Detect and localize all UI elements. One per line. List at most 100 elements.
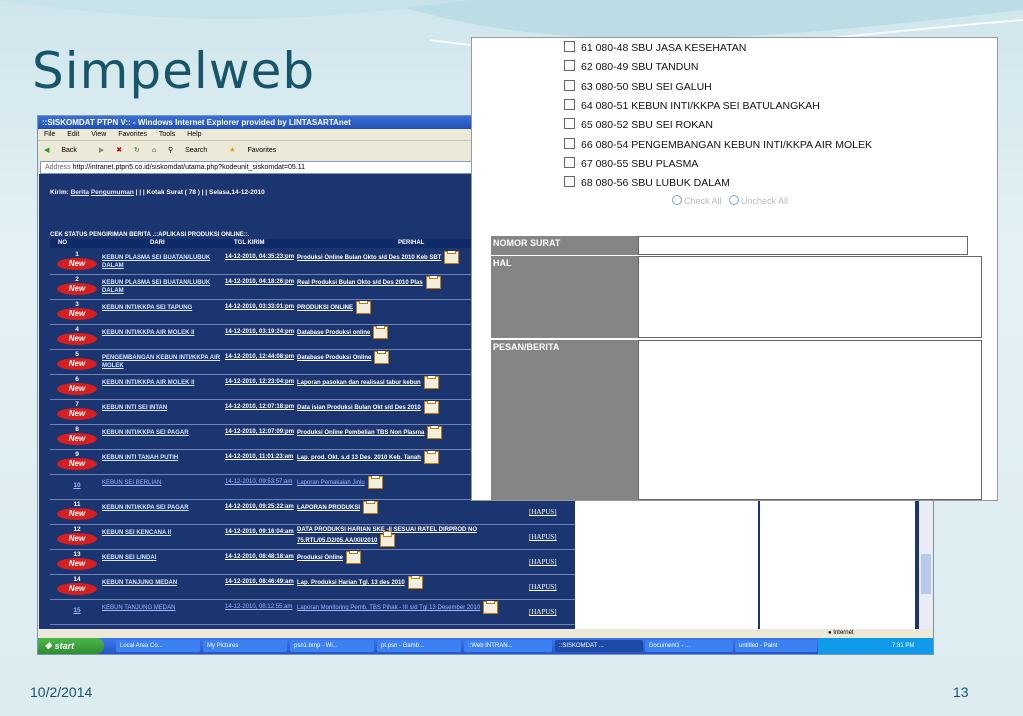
printer-icon[interactable] — [423, 401, 439, 414]
back-button[interactable]: ◀ Back — [44, 147, 87, 154]
unit-checkbox[interactable] — [564, 80, 575, 91]
check-all-radio[interactable]: Check All — [672, 195, 722, 206]
hal-textarea[interactable] — [638, 256, 982, 338]
menu-edit[interactable]: Edit — [67, 131, 79, 138]
uncheck-all-radio[interactable]: Uncheck All — [729, 195, 788, 206]
row-number[interactable]: 15 — [56, 607, 98, 614]
unit-checkbox-row[interactable]: 65 080-52 SBU SEI ROKAN — [564, 118, 713, 136]
address-input[interactable]: http://intranet.ptpn5.co.id/siskomdat/ut… — [73, 164, 305, 171]
row-sender-link[interactable]: KEBUN INTI SEI INTAN — [102, 404, 226, 412]
row-sender-link[interactable]: KEBUN PLASMA SEI BUATAN/LUBUK DALAM — [102, 279, 226, 295]
row-sender-link[interactable]: KEBUN INTI TANAH PUTIH — [102, 454, 226, 462]
row-subject-link[interactable]: LAPORAN PRODUKSI — [297, 501, 522, 523]
menu-help[interactable]: Help — [187, 131, 201, 138]
unit-checkbox-row[interactable]: 68 080-56 SBU LUBUK DALAM — [564, 176, 730, 194]
unit-checkbox-row[interactable]: 61 080-48 SBU JASA KESEHATAN — [564, 41, 746, 59]
printer-icon[interactable] — [425, 276, 441, 289]
row-sender-link[interactable]: KEBUN SEI LINDAI — [102, 554, 226, 562]
row-sender-link[interactable]: KEBUN TANJUNG MEDAN — [102, 604, 226, 612]
printer-icon[interactable] — [373, 326, 389, 339]
printer-icon[interactable] — [346, 551, 362, 564]
row-date-link[interactable]: 14-12-2010, 12:07:09:pm — [225, 428, 295, 436]
refresh-icon[interactable]: ↻ — [134, 147, 140, 154]
row-date-link[interactable]: 14-12-2010, 04:35:23:pm — [225, 253, 295, 261]
menu-tools[interactable]: Tools — [159, 131, 175, 138]
menu-view[interactable]: View — [91, 131, 106, 138]
search-button[interactable]: ⚲ Search — [168, 147, 217, 154]
unit-checkbox[interactable] — [564, 118, 575, 129]
unit-checkbox-row[interactable]: 63 080-50 SBU SEI GALUH — [564, 80, 712, 98]
printer-icon[interactable] — [483, 601, 499, 614]
delete-link[interactable]: [HAPUS] — [529, 558, 557, 566]
pesan-textarea[interactable] — [638, 340, 982, 500]
row-date-link[interactable]: 14-12-2010, 09:53:57:am — [225, 478, 295, 486]
row-subject-link[interactable]: DATA PRODUKSI HARIAN SKE -II SESUAI RATE… — [297, 526, 522, 548]
link-berita[interactable]: Berita — [71, 189, 89, 196]
printer-icon[interactable] — [363, 501, 379, 514]
unit-checkbox-row[interactable]: 62 080-49 SBU TANDUN — [564, 60, 699, 78]
row-date-link[interactable]: 14-12-2010, 08:48:18:am — [225, 553, 295, 561]
task-button[interactable]: Local Area Co... — [116, 640, 200, 652]
unit-checkbox-row[interactable]: 64 080-51 KEBUN INTI/KKPA SEI BATULANGKA… — [564, 99, 820, 117]
row-date-link[interactable]: 14-12-2010, 08:46:49:am — [225, 578, 295, 586]
row-sender-link[interactable]: KEBUN INTI/KKPA SEI PAGAR — [102, 504, 226, 512]
delete-link[interactable]: [HAPUS] — [529, 508, 557, 516]
row-date-link[interactable]: 14-12-2010, 12:23:04:pm — [225, 378, 295, 386]
unit-checkbox[interactable] — [564, 41, 575, 52]
link-pengumuman[interactable]: Pengumuman — [91, 189, 134, 196]
task-button[interactable]: pt.psn - Gamb... — [377, 640, 461, 652]
delete-link[interactable]: [HAPUS] — [529, 608, 557, 616]
task-button[interactable]: untitled - Paint — [735, 640, 817, 652]
task-button-active[interactable]: ::SISKOMDAT ... — [555, 640, 643, 652]
printer-icon[interactable] — [427, 426, 443, 439]
unit-checkbox-row[interactable]: 66 080-54 PENGEMBANGAN KEBUN INTI/KKPA A… — [564, 138, 872, 156]
nomor-surat-input[interactable] — [638, 236, 968, 255]
start-button[interactable]: ❖ start — [38, 638, 104, 654]
row-sender-link[interactable]: KEBUN INTI/KKPA AIR MOLEK II — [102, 329, 226, 337]
row-sender-link[interactable]: KEBUN INTI/KKPA AIR MOLEK II — [102, 379, 226, 387]
printer-icon[interactable] — [380, 531, 396, 547]
printer-icon[interactable] — [423, 376, 439, 389]
row-date-link[interactable]: 14-12-2010, 03:19:24:pm — [225, 328, 295, 336]
row-date-link[interactable]: 14-12-2010, 03:33:01:pm — [225, 303, 295, 311]
menu-file[interactable]: File — [44, 131, 55, 138]
row-date-link[interactable]: 14-12-2010, 11:01:23:am — [225, 453, 295, 461]
printer-icon[interactable] — [374, 351, 390, 364]
row-date-link[interactable]: 14-12-2010, 12:44:08:pm — [225, 353, 295, 361]
task-button[interactable]: psn1.bmp - Wi... — [290, 640, 374, 652]
row-sender-link[interactable]: KEBUN SEI KENCANA II — [102, 529, 226, 537]
printer-icon[interactable] — [407, 576, 423, 589]
row-sender-link[interactable]: KEBUN SEI BERLIAN — [102, 479, 226, 487]
delete-link[interactable]: [HAPUS] — [529, 583, 557, 591]
task-button[interactable]: ::Web INTRAN... — [464, 640, 552, 652]
row-sender-link[interactable]: KEBUN INTI/KKPA SEI PAGAR — [102, 429, 226, 437]
menu-favorites[interactable]: Favorites — [118, 131, 147, 138]
printer-icon[interactable] — [356, 301, 372, 314]
row-date-link[interactable]: 14-12-2010, 09:16:04:am — [225, 528, 295, 536]
row-subject-link[interactable]: Lap. Produksi Harian Tgl. 13 des 2010 — [297, 576, 522, 598]
row-date-link[interactable]: 14-12-2010, 12:07:18:pm — [225, 403, 295, 411]
row-sender-link[interactable]: PENGEMBANGAN KEBUN INTI/KKPA AIR MOLEK — [102, 354, 226, 370]
delete-link[interactable]: [HAPUS] — [529, 533, 557, 541]
row-date-link[interactable]: 14-12-2010, 04:18:26:pm — [225, 278, 295, 286]
unit-checkbox[interactable] — [564, 99, 575, 110]
task-button[interactable]: My Pictures — [203, 640, 287, 652]
row-sender-link[interactable]: KEBUN INTI/KKPA SEI TAPUNG — [102, 304, 226, 312]
forward-icon[interactable]: ▶ — [99, 147, 104, 154]
printer-icon[interactable] — [423, 451, 439, 464]
row-sender-link[interactable]: KEBUN TANJUNG MEDAN — [102, 579, 226, 587]
printer-icon[interactable] — [367, 476, 383, 489]
favorites-button[interactable]: ★ Favorites — [229, 147, 286, 154]
row-subject-link[interactable]: Produksi Online — [297, 551, 522, 573]
row-date-link[interactable]: 14-12-2010, 09:25:22:am — [225, 503, 295, 511]
scrollbar-thumb[interactable] — [921, 554, 931, 594]
row-sender-link[interactable]: KEBUN PLASMA SEI BUATAN/LUBUK DALAM — [102, 254, 226, 270]
unit-checkbox[interactable] — [564, 60, 575, 71]
unit-checkbox[interactable] — [564, 138, 575, 149]
home-icon[interactable]: ⌂ — [152, 147, 156, 154]
unit-checkbox[interactable] — [564, 176, 575, 187]
row-date-link[interactable]: 14-12-2010, 08:12:55:am — [225, 603, 295, 611]
task-button[interactable]: Document1 - ... — [645, 640, 733, 652]
unit-checkbox-row[interactable]: 67 080-55 SBU PLASMA — [564, 157, 698, 175]
row-subject-link[interactable]: Laporan Monitoring Pemb. TBS Pihak - III… — [297, 601, 522, 623]
